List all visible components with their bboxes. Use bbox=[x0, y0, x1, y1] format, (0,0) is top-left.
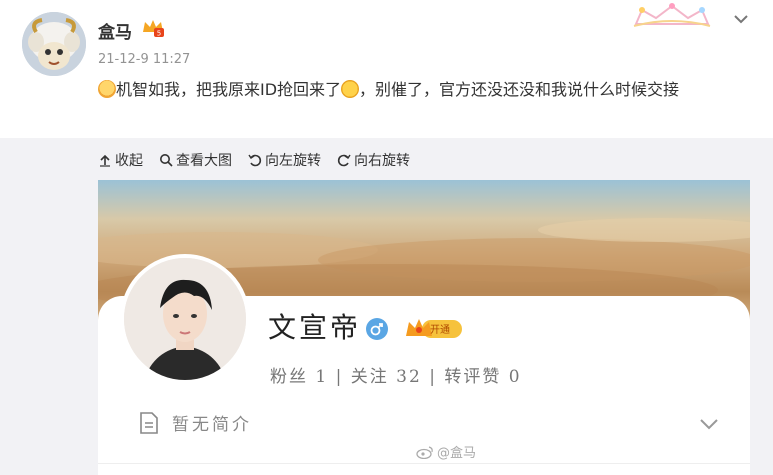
watermark-text: @盒马 bbox=[437, 446, 477, 461]
grimace-emoji-icon bbox=[341, 80, 360, 98]
search-icon bbox=[160, 154, 173, 167]
vip-open-label: 开通 bbox=[430, 325, 450, 336]
watermark: @盒马 bbox=[416, 442, 476, 461]
view-large-button[interactable]: 查看大图 bbox=[159, 150, 232, 170]
profile-avatar bbox=[120, 254, 250, 384]
collapse-icon bbox=[100, 154, 110, 167]
profile-portrait-icon bbox=[124, 258, 246, 380]
male-gender-icon bbox=[366, 318, 388, 340]
expand-chevron-icon bbox=[700, 419, 718, 430]
profile-stats: 粉丝 1 | 关注 32 | 转评赞 0 bbox=[270, 367, 522, 387]
user-avatar[interactable] bbox=[22, 12, 86, 76]
collapse-button[interactable]: 收起 bbox=[98, 150, 143, 170]
collapse-label: 收起 bbox=[115, 153, 143, 169]
media-area: 收起 查看大图 向左旋转 向右旋转 文宣帝 开通 粉丝 1 | 关注 32 | … bbox=[0, 138, 773, 475]
post-image[interactable]: 文宣帝 开通 粉丝 1 | 关注 32 | 转评赞 0 暂无简介 @盒马 bbox=[98, 180, 750, 475]
post-timestamp[interactable]: 21-12-9 11:27 bbox=[98, 52, 190, 67]
profile-name: 文宣帝 bbox=[268, 311, 362, 344]
vip-level-icon[interactable]: 5 bbox=[141, 18, 165, 38]
cat-emoji-icon bbox=[98, 80, 116, 98]
post-header: 盒马 5 21-12-9 11:27 机智如我，把我原来ID抢回来了 ，别催了，官… bbox=[0, 0, 773, 138]
rotate-right-icon bbox=[337, 154, 351, 167]
svg-text:5: 5 bbox=[157, 30, 161, 38]
bio-text: 暂无简介 bbox=[172, 415, 252, 435]
rotate-left-icon bbox=[248, 154, 262, 167]
rotate-right-button[interactable]: 向右旋转 bbox=[337, 150, 410, 170]
sheep-avatar-icon bbox=[22, 12, 86, 76]
card-divider bbox=[98, 463, 750, 464]
decorative-crown-icon bbox=[633, 3, 711, 27]
media-toolbar: 收起 查看大图 向左旋转 向右旋转 bbox=[98, 150, 410, 170]
weibo-logo-icon bbox=[416, 445, 433, 459]
profile-bio: 暂无简介 bbox=[138, 410, 252, 435]
post-menu-chevron-icon[interactable] bbox=[730, 8, 752, 30]
rotate-left-button[interactable]: 向左旋转 bbox=[248, 150, 321, 170]
username[interactable]: 盒马 bbox=[98, 18, 132, 43]
document-icon bbox=[140, 411, 158, 434]
rotate-left-label: 向左旋转 bbox=[265, 153, 321, 169]
post-text-part2: ，别催了，官方还没还没和我说什么时候交接 bbox=[359, 80, 680, 99]
post-text: 机智如我，把我原来ID抢回来了 ，别催了，官方还没还没和我说什么时候交接 bbox=[98, 76, 758, 104]
view-large-label: 查看大图 bbox=[176, 153, 232, 169]
rotate-right-label: 向右旋转 bbox=[354, 153, 410, 169]
post-text-part1: 机智如我，把我原来ID抢回来了 bbox=[116, 80, 342, 99]
